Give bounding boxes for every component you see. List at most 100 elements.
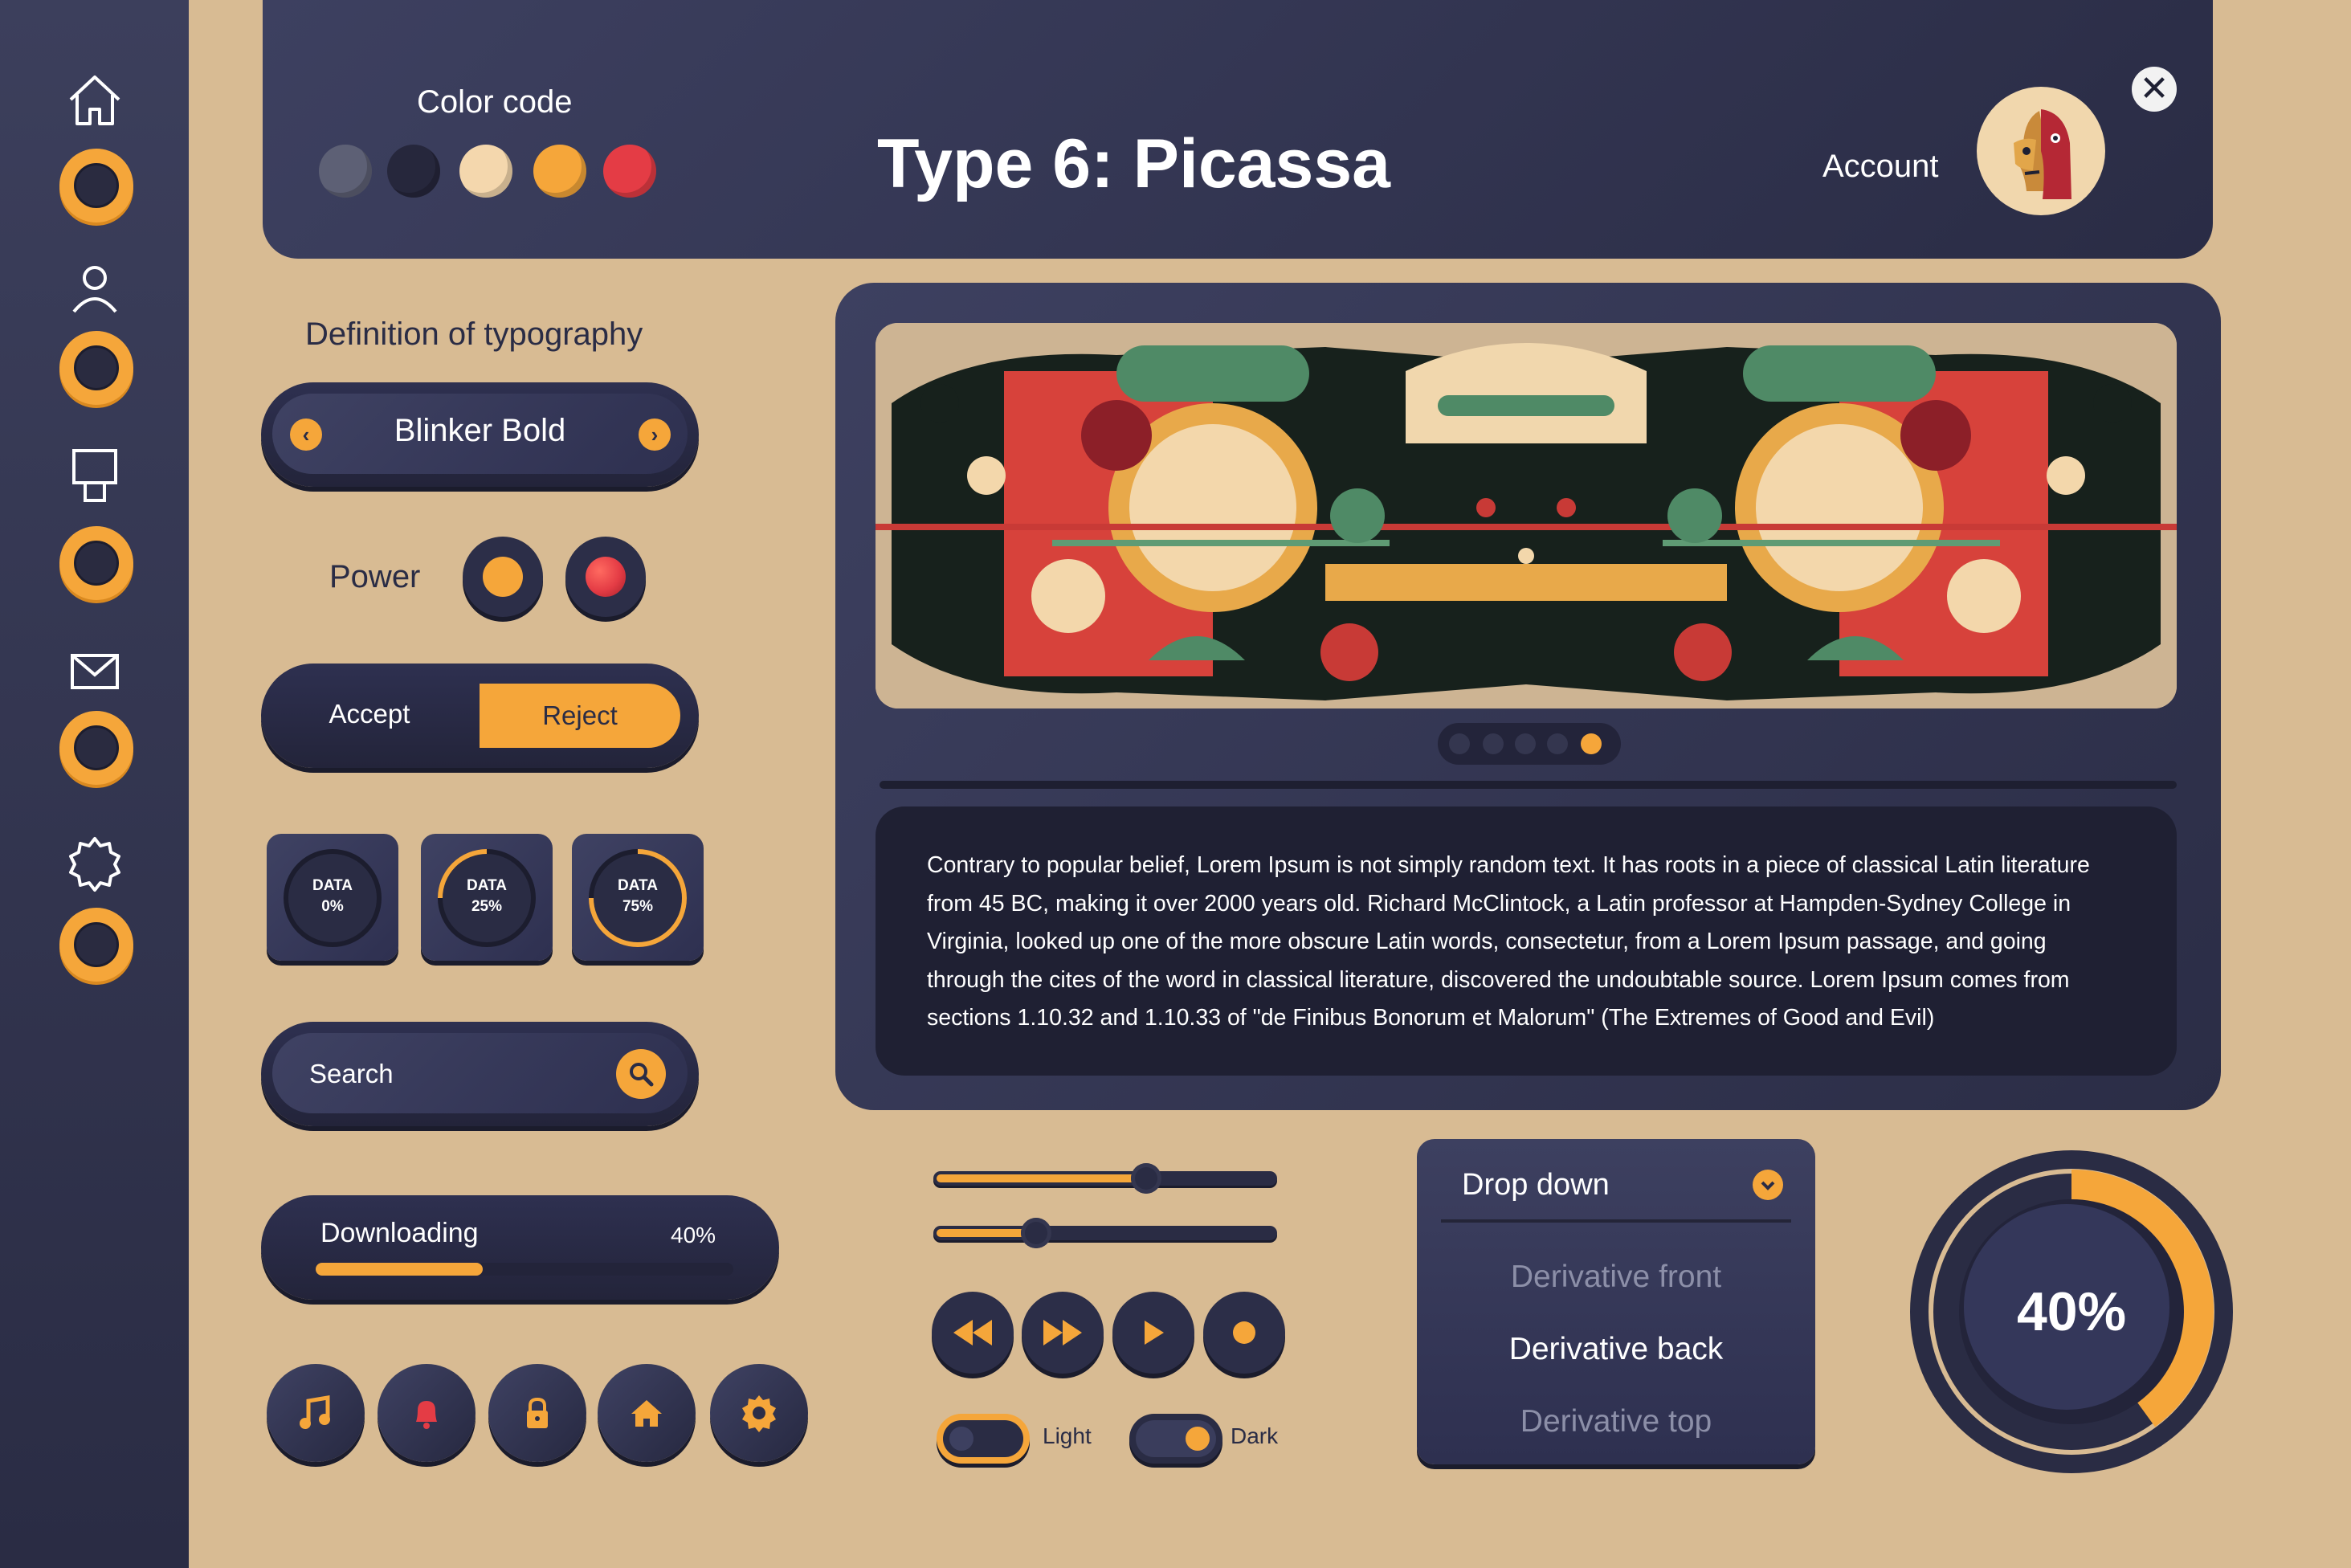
font-name: Blinker Bold bbox=[394, 413, 566, 448]
pager-dot-active[interactable] bbox=[1581, 733, 1602, 754]
gauge-value: 40% bbox=[2016, 1281, 2127, 1342]
slider-2-handle[interactable] bbox=[1021, 1218, 1051, 1248]
bell-button[interactable] bbox=[378, 1364, 476, 1462]
pager-dot-4[interactable] bbox=[1547, 733, 1568, 754]
power-button-red[interactable] bbox=[565, 537, 646, 617]
play-button[interactable] bbox=[1112, 1292, 1194, 1374]
artwork-image bbox=[876, 323, 2177, 708]
home-icon bbox=[631, 1400, 662, 1427]
chevron-down-icon[interactable] bbox=[1753, 1170, 1783, 1200]
header: Color code Type 6: Picassa Account ✕ bbox=[263, 0, 2213, 259]
data-tile-75: DATA 75% bbox=[572, 834, 704, 961]
play-icon bbox=[1145, 1321, 1164, 1345]
power-label: Power bbox=[329, 559, 421, 594]
download-track bbox=[316, 1263, 733, 1276]
pager-dot-3[interactable] bbox=[1515, 733, 1536, 754]
lock-icon bbox=[527, 1397, 548, 1428]
home-icon[interactable] bbox=[64, 69, 125, 130]
accept-button[interactable]: Accept bbox=[261, 699, 478, 729]
fast-forward-button[interactable] bbox=[1022, 1292, 1104, 1374]
data-tile-label: DATA bbox=[618, 877, 658, 894]
light-label: Light bbox=[1043, 1423, 1092, 1448]
data-tile-label: DATA bbox=[467, 877, 507, 894]
rewind-icon bbox=[953, 1320, 992, 1345]
lock-button[interactable] bbox=[488, 1364, 586, 1462]
dark-toggle[interactable] bbox=[1129, 1414, 1222, 1464]
dark-toggle-knob bbox=[1186, 1427, 1210, 1451]
slider-2[interactable] bbox=[933, 1218, 1277, 1248]
accept-reject-toggle: Accept Reject bbox=[261, 664, 699, 768]
dropdown-option-front[interactable]: Derivative front bbox=[1417, 1260, 1815, 1295]
swatch-red[interactable] bbox=[603, 145, 656, 198]
close-button[interactable]: ✕ bbox=[2132, 67, 2177, 112]
pager-dot-2[interactable] bbox=[1483, 733, 1504, 754]
fast-forward-icon bbox=[1043, 1320, 1082, 1345]
font-next-button[interactable]: › bbox=[639, 419, 671, 451]
record-button[interactable] bbox=[1203, 1292, 1285, 1374]
dropdown[interactable]: Drop down Derivative front Derivative ba… bbox=[1417, 1139, 1815, 1464]
download-fill bbox=[316, 1263, 483, 1276]
home-button[interactable] bbox=[598, 1364, 696, 1462]
swatch-cream[interactable] bbox=[459, 145, 512, 198]
record-icon bbox=[1233, 1321, 1255, 1344]
dropdown-label[interactable]: Drop down bbox=[1462, 1168, 1610, 1203]
search-icon bbox=[630, 1063, 654, 1087]
gear-icon[interactable] bbox=[64, 832, 125, 893]
bell-icon bbox=[416, 1401, 437, 1429]
download-label: Downloading bbox=[320, 1218, 479, 1248]
dropdown-option-back[interactable]: Derivative back bbox=[1417, 1332, 1815, 1367]
user-icon[interactable] bbox=[64, 259, 125, 320]
slider-1-handle[interactable] bbox=[1131, 1163, 1161, 1194]
media-panel: Contrary to popular belief, Lorem Ipsum … bbox=[835, 283, 2221, 1110]
sidebar bbox=[0, 0, 189, 1568]
download-percent: 40% bbox=[671, 1223, 716, 1247]
search-bar: Search bbox=[261, 1022, 699, 1126]
mail-icon[interactable] bbox=[64, 643, 125, 704]
reject-button[interactable]: Reject bbox=[480, 684, 680, 748]
search-input[interactable]: Search bbox=[309, 1059, 394, 1089]
swatch-slate[interactable] bbox=[319, 145, 372, 198]
body-text: Contrary to popular belief, Lorem Ipsum … bbox=[876, 806, 2177, 1076]
gear-icon bbox=[742, 1395, 776, 1432]
slider-1[interactable] bbox=[933, 1163, 1277, 1194]
dark-label: Dark bbox=[1231, 1423, 1279, 1448]
data-tile-25: DATA 25% bbox=[421, 834, 553, 961]
music-button[interactable] bbox=[267, 1364, 365, 1462]
sidebar-toggle-monitor[interactable] bbox=[59, 526, 133, 600]
progress-gauge: 40% bbox=[1910, 1150, 2233, 1473]
font-selector[interactable]: ‹ Blinker Bold › bbox=[261, 382, 699, 487]
download-progress: Downloading 40% bbox=[261, 1195, 779, 1300]
swatch-navy[interactable] bbox=[387, 145, 440, 198]
data-tile-value: 75% bbox=[622, 898, 654, 915]
avatar[interactable] bbox=[1977, 87, 2105, 215]
sidebar-toggle-home[interactable] bbox=[59, 149, 133, 223]
avatar-face-icon bbox=[2014, 109, 2071, 199]
abstract-art bbox=[876, 323, 2177, 708]
data-tile-0: DATA 0% bbox=[267, 834, 398, 961]
divider bbox=[880, 781, 2177, 789]
light-toggle[interactable] bbox=[937, 1414, 1030, 1464]
sidebar-toggle-settings[interactable] bbox=[59, 908, 133, 982]
sidebar-toggle-mail[interactable] bbox=[59, 711, 133, 785]
light-toggle-knob bbox=[949, 1427, 973, 1451]
dropdown-divider bbox=[1441, 1219, 1791, 1223]
data-tile-label: DATA bbox=[312, 877, 353, 894]
pager-dot-1[interactable] bbox=[1449, 733, 1470, 754]
power-button-orange[interactable] bbox=[463, 537, 543, 617]
page-title: Type 6: Picassa bbox=[877, 125, 1390, 202]
slider-1-fill bbox=[937, 1174, 1143, 1182]
dropdown-option-top[interactable]: Derivative top bbox=[1417, 1404, 1815, 1439]
data-tile-value: 25% bbox=[471, 898, 503, 915]
slider-2-fill bbox=[937, 1229, 1033, 1237]
image-pager bbox=[1438, 723, 1621, 765]
music-icon bbox=[300, 1395, 330, 1429]
rewind-button[interactable] bbox=[932, 1292, 1014, 1374]
data-tile-value: 0% bbox=[321, 898, 344, 915]
color-code-label: Color code bbox=[417, 84, 573, 120]
search-button[interactable] bbox=[616, 1049, 666, 1099]
account-label[interactable]: Account bbox=[1822, 149, 1939, 185]
swatch-orange[interactable] bbox=[533, 145, 586, 198]
settings-button[interactable] bbox=[710, 1364, 808, 1462]
monitor-icon[interactable] bbox=[64, 446, 125, 507]
sidebar-toggle-user[interactable] bbox=[59, 331, 133, 405]
